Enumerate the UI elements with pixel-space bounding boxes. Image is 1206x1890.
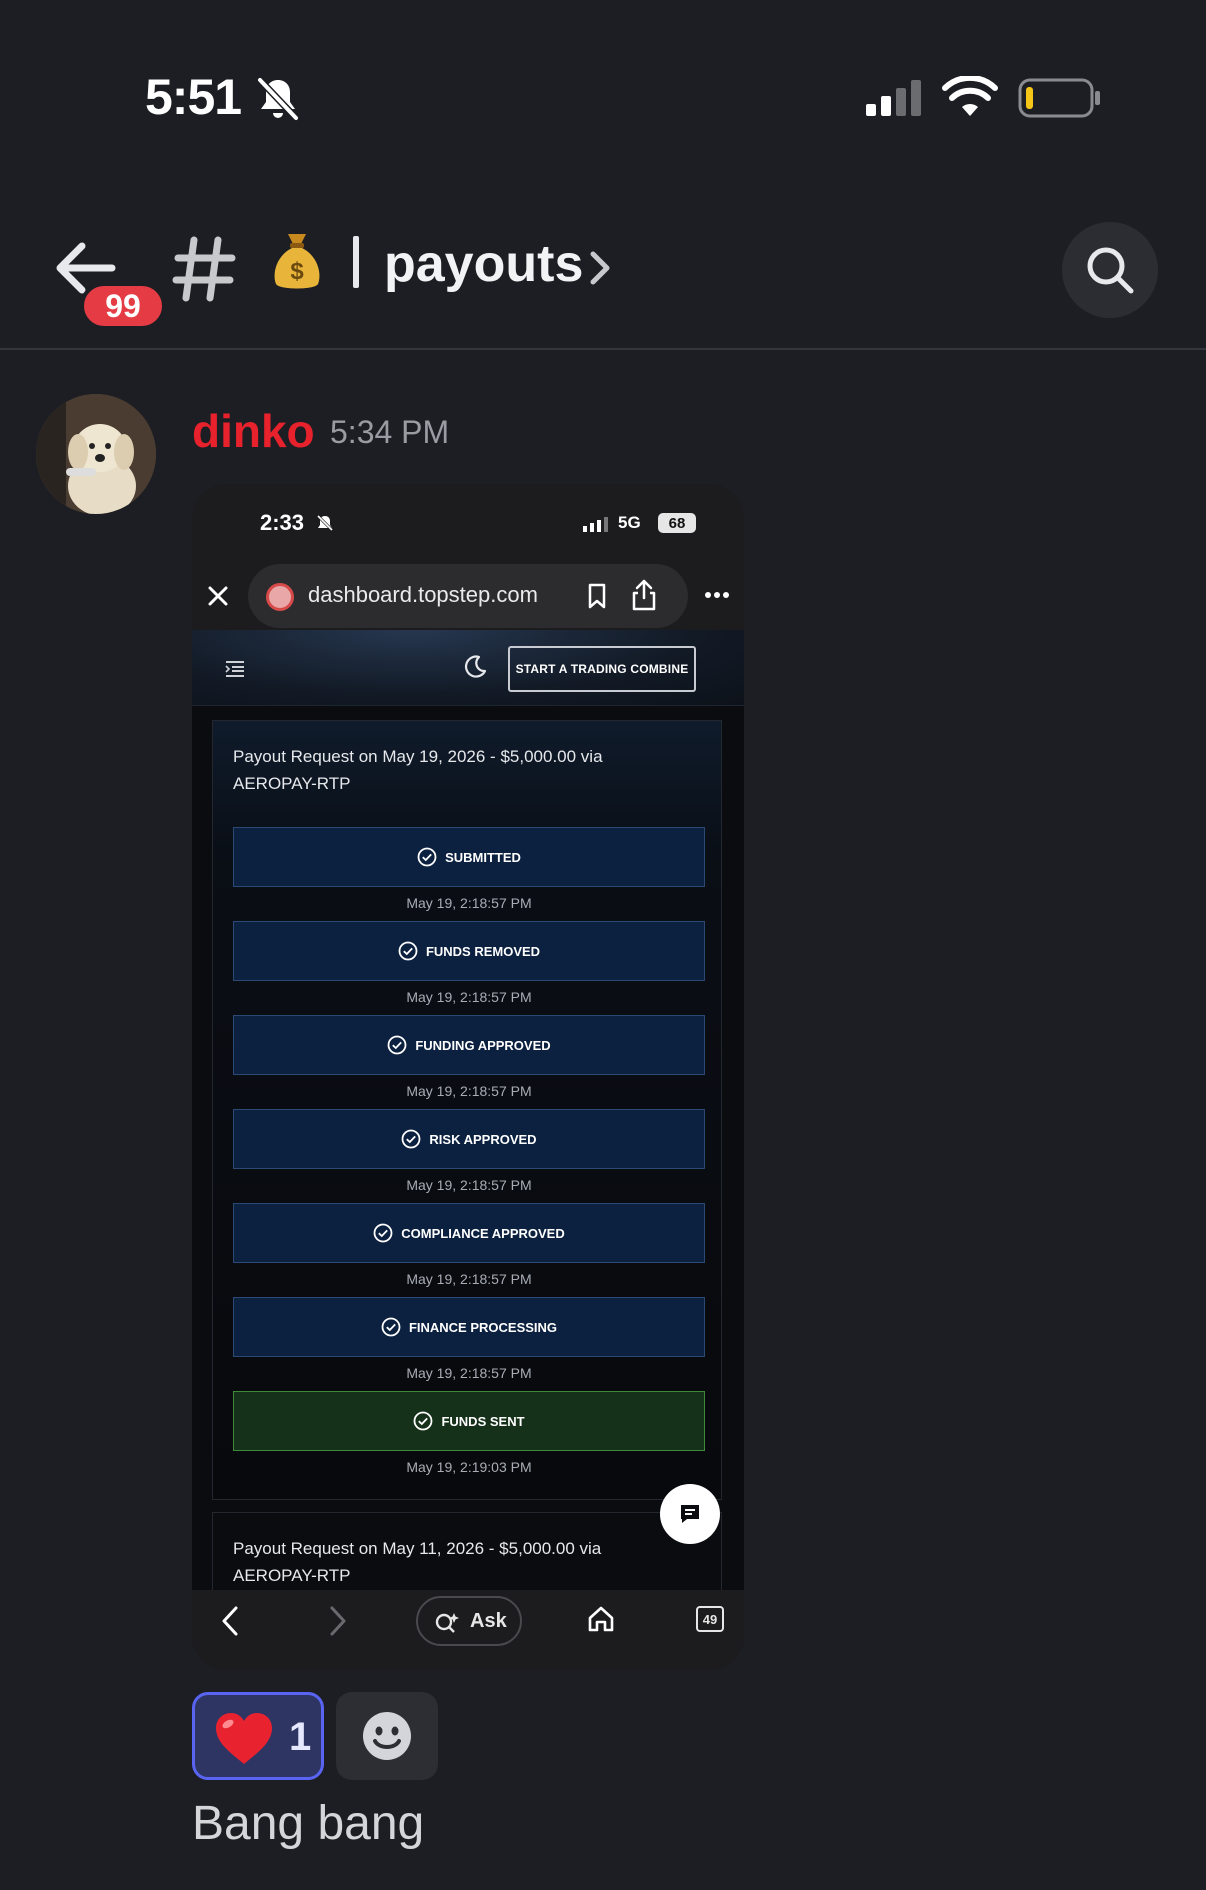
menu-icon[interactable] bbox=[224, 660, 246, 678]
avatar[interactable] bbox=[36, 394, 156, 514]
cellular-signal-icon bbox=[866, 80, 921, 116]
unread-badge: 99 bbox=[80, 282, 166, 330]
status-step: FUNDS REMOVED bbox=[233, 921, 705, 981]
status-step: FUNDING APPROVED bbox=[233, 1015, 705, 1075]
status-step: COMPLIANCE APPROVED bbox=[233, 1203, 705, 1263]
check-circle-icon bbox=[373, 1223, 393, 1243]
heart-icon bbox=[216, 1713, 272, 1764]
payout-title: Payout Request on May 19, 2026 - $5,000.… bbox=[233, 747, 603, 793]
chevron-right-icon[interactable] bbox=[588, 248, 612, 288]
message-text: Bang bang bbox=[192, 1797, 425, 1850]
bell-muted-icon bbox=[316, 514, 334, 532]
attachment-status-time: 2:33 bbox=[260, 510, 305, 535]
bookmark-icon[interactable] bbox=[586, 582, 608, 610]
status-step-label: FUNDS REMOVED bbox=[425, 943, 541, 959]
svg-text:$: $ bbox=[290, 258, 304, 285]
url-text[interactable]: dashboard.topstep.com bbox=[308, 582, 538, 608]
network-type: 5G bbox=[618, 513, 641, 532]
status-step-label: SUBMITTED bbox=[445, 849, 521, 865]
add-reaction-icon bbox=[363, 1712, 411, 1760]
status-step: FINANCE PROCESSING bbox=[233, 1297, 705, 1357]
status-step-label: FINANCE PROCESSING bbox=[408, 1319, 558, 1335]
start-trading-combine-button[interactable]: START A TRADING COMBINE bbox=[508, 646, 696, 692]
status-step-time: May 19, 2:18:57 PM bbox=[406, 1083, 532, 1099]
web-page: START A TRADING COMBINE Payout Request o… bbox=[192, 630, 744, 1602]
browser-toolbar: Ask 49 bbox=[192, 1590, 744, 1670]
heart-reaction[interactable]: 1 bbox=[192, 1692, 324, 1780]
status-step-time: May 19, 2:18:57 PM bbox=[406, 1177, 532, 1193]
status-step-time: May 19, 2:18:57 PM bbox=[406, 895, 532, 911]
status-time: 5:51 bbox=[145, 69, 242, 125]
wifi-icon bbox=[942, 76, 998, 116]
check-circle-icon bbox=[398, 941, 418, 961]
channel-name[interactable]: payouts bbox=[384, 234, 583, 294]
attachment-status-bar: 2:33 5G 68 bbox=[192, 484, 744, 552]
status-step-label: COMPLIANCE APPROVED bbox=[401, 1225, 565, 1241]
more-options-icon[interactable] bbox=[704, 590, 730, 600]
battery-icon bbox=[1018, 78, 1100, 118]
reaction-count: 1 bbox=[289, 1715, 312, 1759]
browser-forward-icon[interactable] bbox=[326, 1604, 350, 1638]
status-step-time: May 19, 2:18:57 PM bbox=[406, 989, 532, 1005]
status-bar: 5:51 bbox=[0, 0, 1206, 160]
ask-button[interactable]: Ask bbox=[416, 1596, 522, 1646]
status-step-label: FUNDS SENT bbox=[441, 1413, 525, 1429]
add-reaction-button[interactable] bbox=[336, 1692, 438, 1780]
check-circle-icon bbox=[381, 1317, 401, 1337]
moon-icon[interactable] bbox=[462, 654, 488, 680]
money-bag-icon: $ bbox=[274, 234, 320, 289]
chat-icon bbox=[681, 1505, 699, 1523]
search-button[interactable] bbox=[1062, 222, 1158, 318]
ask-label: Ask bbox=[470, 1610, 507, 1632]
ask-sparkle-icon bbox=[435, 1613, 459, 1633]
check-circle-icon bbox=[387, 1035, 407, 1055]
bell-muted-icon bbox=[257, 77, 299, 121]
payout-card: Payout Request on May 11, 2026 - $5,000.… bbox=[212, 1512, 722, 1602]
cellular-signal-icon bbox=[583, 517, 608, 532]
status-step-time: May 19, 2:18:57 PM bbox=[406, 1365, 532, 1381]
status-step: SUBMITTED bbox=[233, 827, 705, 887]
status-step-label: RISK APPROVED bbox=[429, 1131, 537, 1147]
search-icon bbox=[1087, 247, 1134, 294]
status-step-time: May 19, 2:18:57 PM bbox=[406, 1271, 532, 1287]
channel-separator bbox=[353, 236, 359, 288]
message-timestamp: 5:34 PM bbox=[330, 414, 450, 450]
message-author[interactable]: dinko bbox=[192, 404, 315, 458]
chat-button[interactable] bbox=[660, 1484, 720, 1544]
tabs-button[interactable]: 49 bbox=[696, 1606, 724, 1632]
battery-level: 68 bbox=[658, 513, 696, 533]
channel-header: 99 $ payouts bbox=[0, 200, 1206, 350]
status-step-time: May 19, 2:19:03 PM bbox=[406, 1459, 532, 1475]
share-icon[interactable] bbox=[630, 578, 658, 612]
payout-card: Payout Request on May 19, 2026 - $5,000.… bbox=[212, 720, 722, 1500]
check-circle-icon bbox=[414, 1411, 433, 1431]
home-icon[interactable] bbox=[586, 1604, 616, 1634]
attachment-image[interactable]: 2:33 5G 68 dashboard.topstep.com START A… bbox=[192, 484, 744, 1670]
browser-back-icon[interactable] bbox=[218, 1604, 242, 1638]
close-icon[interactable] bbox=[206, 584, 230, 608]
payout-title: Payout Request on May 11, 2026 - $5,000.… bbox=[233, 1539, 602, 1585]
avatar-dog-image bbox=[36, 394, 156, 514]
site-warning-icon[interactable] bbox=[266, 583, 294, 611]
page-navbar: START A TRADING COMBINE bbox=[192, 630, 744, 706]
status-step: RISK APPROVED bbox=[233, 1109, 705, 1169]
url-bar[interactable]: dashboard.topstep.com bbox=[248, 564, 688, 628]
check-circle-icon bbox=[417, 847, 437, 867]
check-circle-icon bbox=[402, 1129, 421, 1149]
status-step-label: FUNDING APPROVED bbox=[415, 1037, 551, 1053]
status-step-funds-sent: FUNDS SENT bbox=[233, 1391, 705, 1451]
hash-icon bbox=[172, 236, 236, 302]
